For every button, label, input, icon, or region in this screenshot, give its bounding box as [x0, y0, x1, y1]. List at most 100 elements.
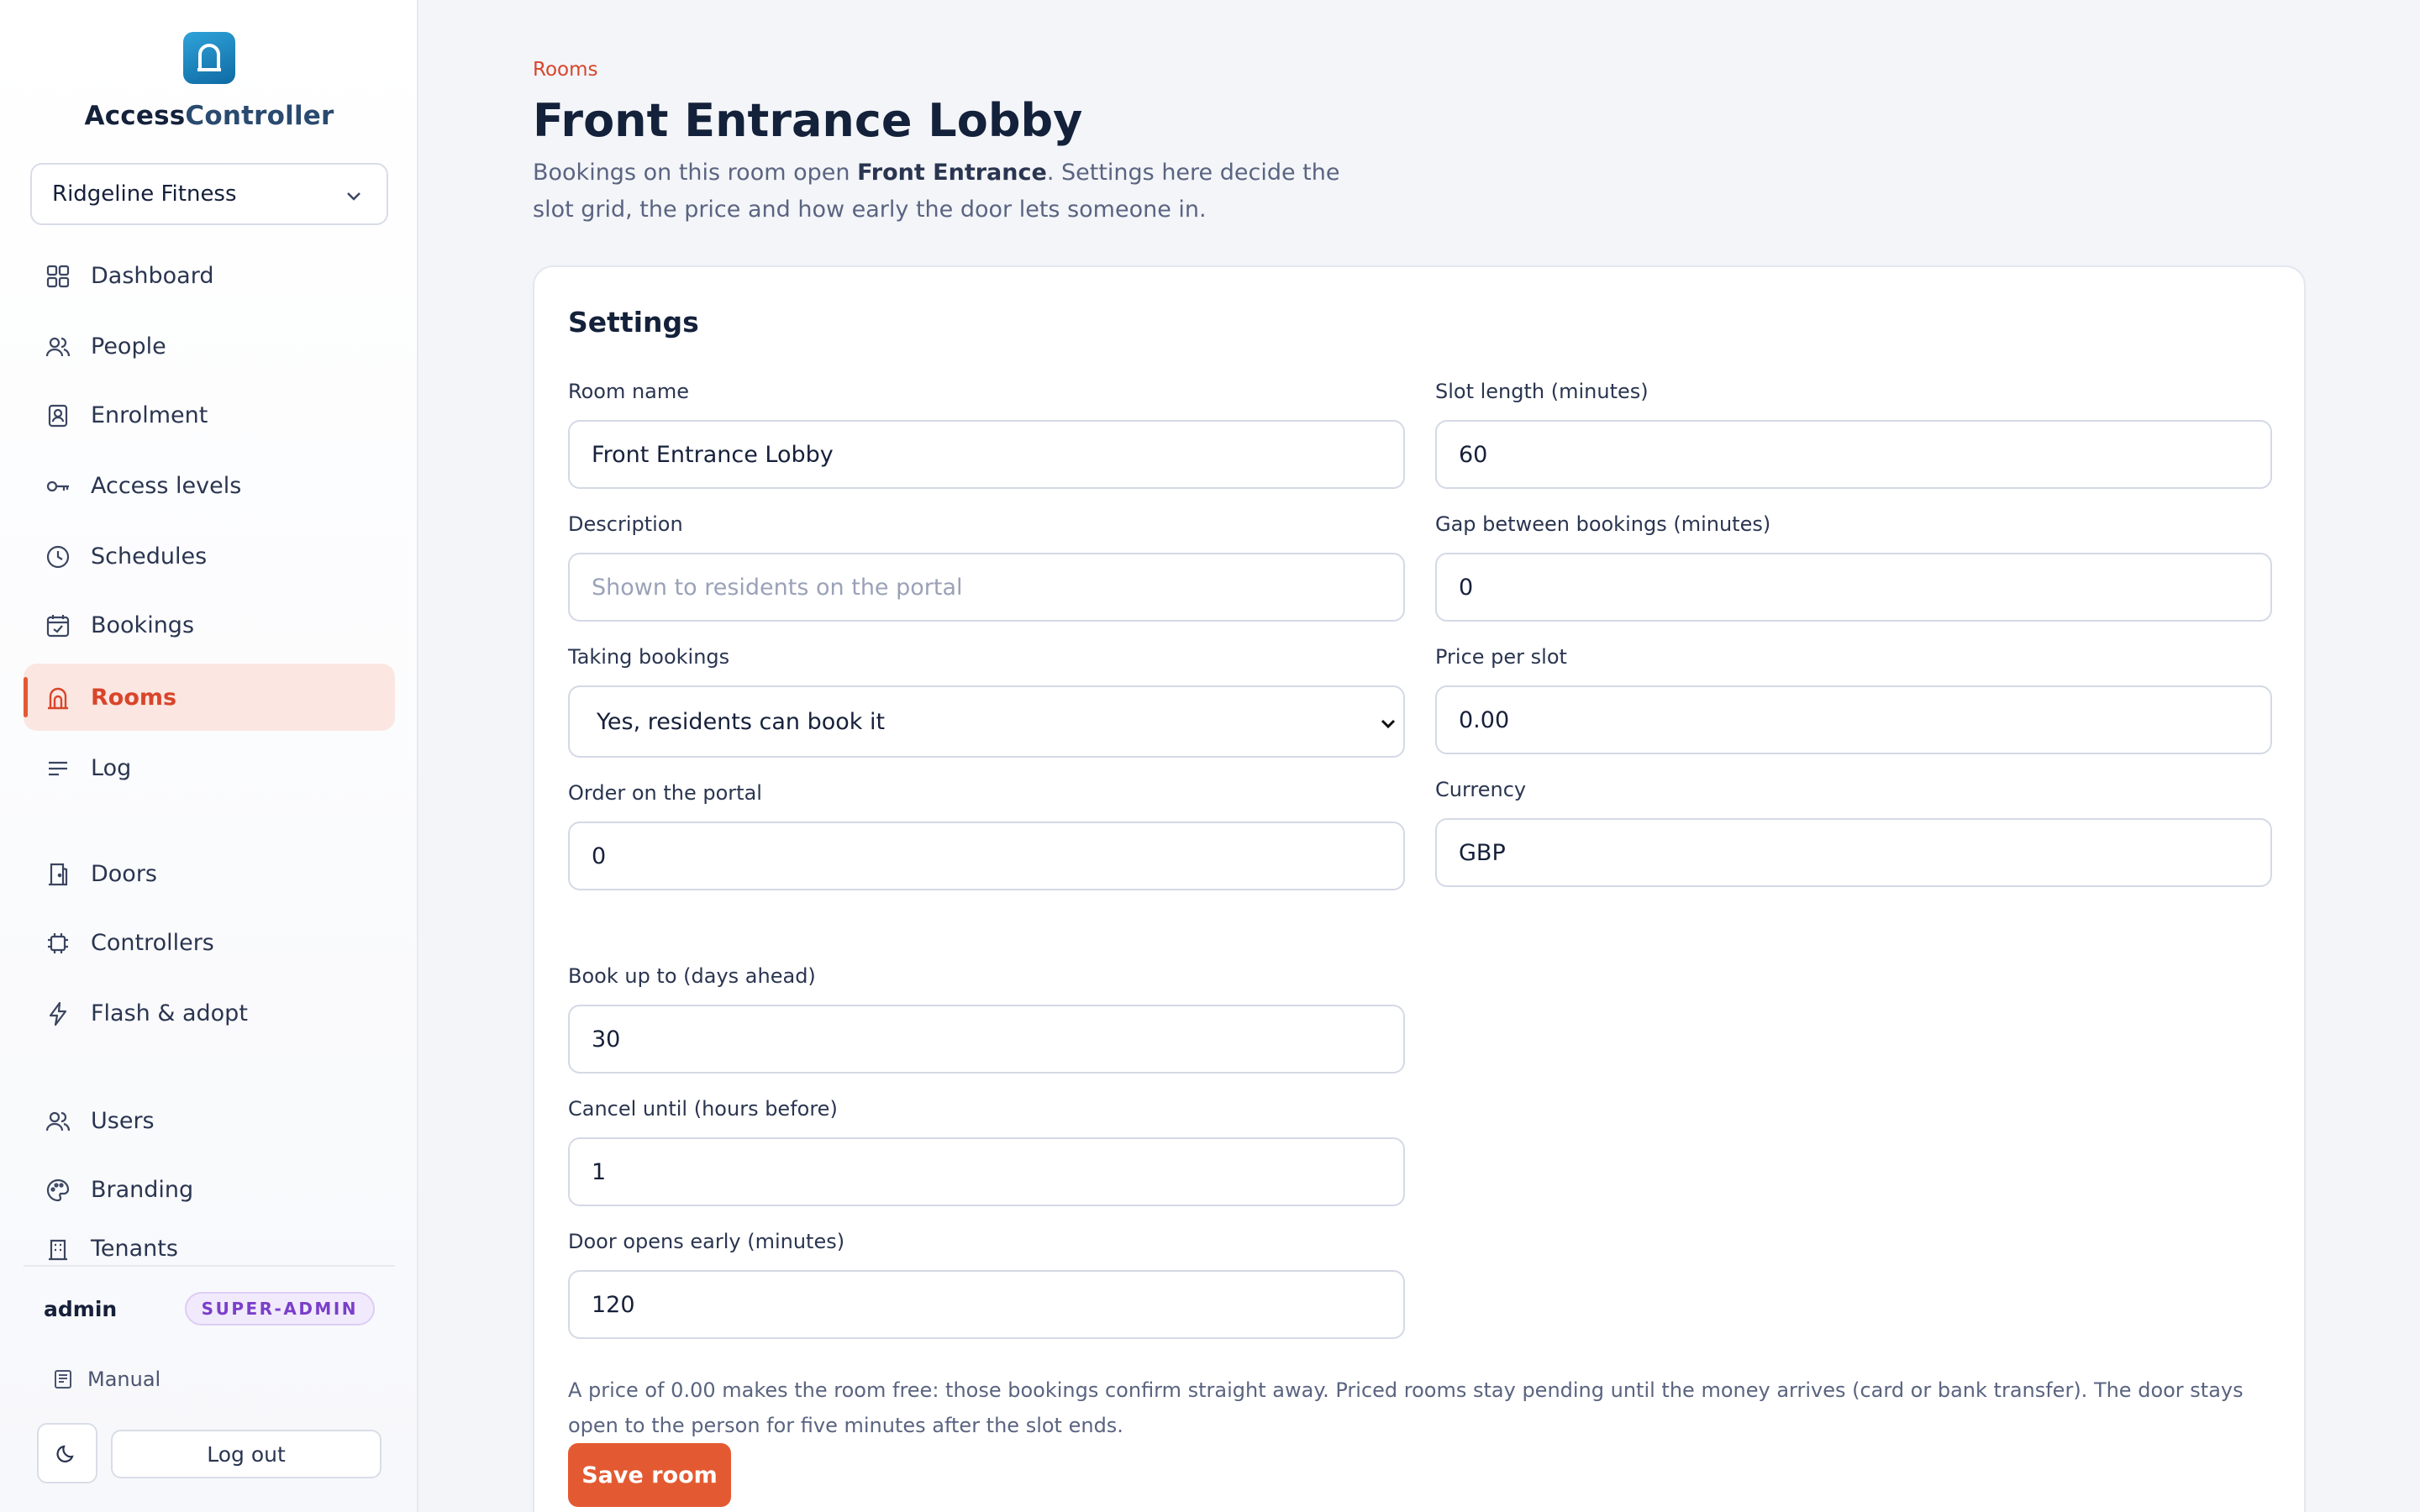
- book-ahead-label: Book up to (days ahead): [568, 964, 816, 988]
- sidebar-item-label: Tenants: [91, 1235, 178, 1262]
- sidebar-item-rooms[interactable]: Rooms: [24, 664, 395, 731]
- badge-icon: [48, 404, 68, 428]
- nav-clip: Tenants: [24, 1225, 395, 1262]
- taking-bookings-select[interactable]: Yes, residents can book it: [568, 685, 1405, 758]
- save-room-button[interactable]: Save room: [568, 1443, 731, 1507]
- sidebar-item-label: Schedules: [91, 543, 208, 570]
- help-text: A price of 0.00 makes the room free: tho…: [568, 1378, 2244, 1437]
- door-early-label: Door opens early (minutes): [568, 1230, 845, 1253]
- sidebar-item-flash-adopt[interactable]: Flash & adopt: [24, 979, 395, 1047]
- brand: AccessController: [0, 32, 418, 131]
- sidebar-item-access-levels[interactable]: Access levels: [24, 452, 395, 519]
- sidebar-item-label: Controllers: [91, 929, 214, 956]
- sidebar-item-bookings[interactable]: Bookings: [24, 591, 395, 659]
- slot-length-field: Slot length (minutes) 60: [1435, 380, 2272, 489]
- sidebar: AccessController Ridgeline Fitness Dashb…: [0, 0, 418, 1512]
- sidebar-item-label: Enrolment: [91, 402, 208, 428]
- order-label: Order on the portal: [568, 781, 762, 805]
- slot-length-label: Slot length (minutes): [1435, 380, 1649, 403]
- settings-title: Settings: [568, 306, 699, 339]
- currency-input[interactable]: GBP: [1435, 818, 2272, 887]
- breadcrumb[interactable]: Rooms: [533, 59, 597, 81]
- description-label: Description: [568, 512, 683, 536]
- sidebar-divider: [24, 1265, 395, 1267]
- book-ahead-input[interactable]: 30: [568, 1005, 1405, 1074]
- key-icon: [46, 480, 69, 492]
- book-icon: [55, 1370, 71, 1389]
- calendar-check-icon: [46, 615, 70, 638]
- brand-name: AccessController: [84, 101, 334, 131]
- lines-icon: [49, 761, 67, 776]
- gap-label: Gap between bookings (minutes): [1435, 512, 1771, 536]
- chevron-down-icon: [347, 192, 360, 201]
- users-icon: [45, 1111, 71, 1131]
- user-name: admin: [44, 1296, 118, 1321]
- sidebar-item-label: People: [91, 333, 166, 360]
- taking-bookings-value: Yes, residents can book it: [597, 708, 886, 735]
- taking-bookings-label: Taking bookings: [568, 645, 730, 669]
- sidebar-item-label: Branding: [91, 1176, 194, 1203]
- cancel-until-label: Cancel until (hours before): [568, 1097, 838, 1121]
- sidebar-item-label: Flash & adopt: [91, 1000, 248, 1026]
- door-early-input[interactable]: 120: [568, 1270, 1405, 1339]
- order-input[interactable]: 0: [568, 822, 1405, 890]
- sidebar-item-log[interactable]: Log: [24, 734, 395, 801]
- sidebar-item-schedules[interactable]: Schedules: [24, 522, 395, 590]
- price-input[interactable]: 0.00: [1435, 685, 2272, 754]
- chip-icon: [48, 933, 68, 953]
- grid-icon: [46, 265, 70, 288]
- main-content: Rooms Front Entrance Lobby Bookings on t…: [418, 0, 2420, 1512]
- people-icon: [45, 337, 71, 357]
- room-name-field: Room name Front Entrance Lobby: [568, 380, 1405, 489]
- settings-card: Settings Room name Front Entrance Lobby …: [533, 265, 2306, 1512]
- sidebar-item-label: Users: [91, 1107, 155, 1134]
- door-arch-icon: [48, 687, 68, 710]
- sidebar-item-doors[interactable]: Doors: [24, 840, 395, 907]
- gap-input[interactable]: 0: [1435, 553, 2272, 622]
- sidebar-item-controllers[interactable]: Controllers: [24, 909, 395, 976]
- sidebar-item-label: Rooms: [91, 684, 177, 711]
- sidebar-item-users[interactable]: Users: [24, 1087, 395, 1154]
- tenant-select-value: Ridgeline Fitness: [52, 181, 237, 207]
- theme-toggle-button[interactable]: [37, 1423, 97, 1483]
- description-field: Description Shown to residents on the po…: [568, 512, 1405, 622]
- sidebar-item-label: Doors: [91, 860, 157, 887]
- page-title: Front Entrance Lobby: [533, 94, 1083, 147]
- sidebar-item-people[interactable]: People: [24, 312, 395, 380]
- sidebar-item-tenants[interactable]: Tenants: [24, 1225, 395, 1262]
- palette-icon: [46, 1179, 70, 1202]
- sidebar-item-label: Bookings: [91, 612, 195, 638]
- gap-field: Gap between bookings (minutes) 0: [1435, 512, 2272, 622]
- manual-link[interactable]: Manual: [52, 1368, 160, 1391]
- room-name-input[interactable]: Front Entrance Lobby: [568, 420, 1405, 489]
- manual-label: Manual: [87, 1368, 161, 1391]
- sidebar-item-label: Access levels: [91, 472, 242, 499]
- role-badge: SUPER-ADMIN: [184, 1292, 375, 1326]
- currency-field: Currency GBP: [1435, 778, 2272, 887]
- sidebar-item-dashboard[interactable]: Dashboard: [24, 242, 395, 309]
- bolt-icon: [49, 1001, 67, 1026]
- description-input[interactable]: Shown to residents on the portal: [568, 553, 1405, 622]
- price-field: Price per slot 0.00: [1435, 645, 2272, 754]
- logout-button[interactable]: Log out: [111, 1430, 381, 1478]
- moon-icon: [56, 1445, 74, 1462]
- door-early-field: Door opens early (minutes) 120: [568, 1230, 1405, 1339]
- price-label: Price per slot: [1435, 645, 1567, 669]
- chevron-down-icon: [1381, 719, 1396, 729]
- logo-icon: [183, 32, 235, 84]
- cancel-until-input[interactable]: 1: [568, 1137, 1405, 1206]
- user-info: admin SUPER-ADMIN: [44, 1290, 375, 1327]
- tenant-select[interactable]: Ridgeline Fitness: [30, 163, 388, 225]
- cancel-until-field: Cancel until (hours before) 1: [568, 1097, 1405, 1206]
- sidebar-item-label: Log: [91, 754, 132, 781]
- door-icon: [49, 863, 68, 886]
- order-field: Order on the portal 0: [568, 781, 1405, 890]
- slot-length-input[interactable]: 60: [1435, 420, 2272, 489]
- sidebar-item-enrolment[interactable]: Enrolment: [24, 381, 395, 449]
- clock-icon: [46, 545, 70, 569]
- page-description: Bookings on this room open Front Entranc…: [533, 160, 1340, 223]
- building-icon: [49, 1239, 67, 1261]
- book-ahead-field: Book up to (days ahead) 30: [568, 964, 1405, 1074]
- sidebar-item-label: Dashboard: [91, 262, 214, 289]
- sidebar-item-branding[interactable]: Branding: [24, 1156, 395, 1223]
